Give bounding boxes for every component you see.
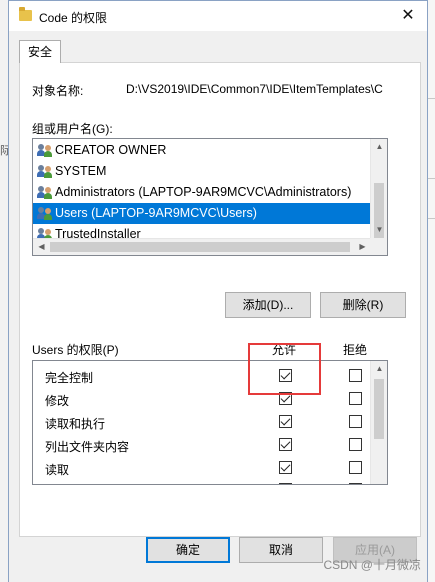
scroll-left-icon[interactable]: ◀ [33,239,50,255]
deny-header: 拒绝 [343,343,368,357]
security-panel: 对象名称: D:\VS2019\IDE\Common7\IDE\ItemTemp… [19,62,421,537]
users-icon [37,186,53,199]
allow-checkbox[interactable] [279,438,292,451]
close-button[interactable]: ✕ [395,5,421,27]
object-name-label: 对象名称: [32,84,84,98]
users-icon [37,165,53,178]
deny-checkbox[interactable] [349,461,362,474]
list-item-users[interactable]: Users (LAPTOP-9AR9MCVC\Users) [33,203,371,224]
permission-name: 列出文件夹内容 [45,440,130,454]
permissions-list: 完全控制 修改 读取和执行 列出文件夹内容 读取 ▲ [32,360,388,485]
users-icon [37,144,53,157]
scroll-up-icon[interactable]: ▲ [371,361,387,378]
allow-checkbox[interactable] [279,415,292,428]
permission-name: 完全控制 [45,371,94,385]
vertical-scrollbar[interactable]: ▲ ▼ [370,139,387,241]
vertical-scrollbar[interactable]: ▲ [370,361,387,484]
list-item-administrators[interactable]: Administrators (LAPTOP-9AR9MCVC\Administ… [33,182,387,203]
users-icon [37,207,53,220]
permission-name: 写入 [45,483,69,484]
deny-checkbox[interactable] [349,369,362,382]
dialog-title: Code 的权限 [39,11,108,25]
watermark: CSDN @十月微凉 [323,558,421,572]
ok-button[interactable]: 确定 [146,537,230,563]
title-bar[interactable]: Code 的权限 ✕ [9,1,427,31]
cancel-button[interactable]: 取消 [239,537,323,563]
permission-row: 修改 [33,388,387,411]
list-item-label: Administrators (LAPTOP-9AR9MCVC\Administ… [55,185,352,199]
permission-row: 读取 [33,457,387,480]
deny-checkbox[interactable] [349,415,362,428]
list-item-system[interactable]: SYSTEM [33,161,387,182]
remove-button[interactable]: 删除(R) [320,292,406,318]
users-listbox[interactable]: CREATOR OWNER SYSTEM Administrators (LAP… [32,138,388,256]
permission-row: 写入 [33,479,387,484]
permissions-dialog: Code 的权限 ✕ 安全 对象名称: D:\VS2019\IDE\Common… [8,0,428,582]
permission-row: 读取和执行 [33,411,387,434]
groups-label: 组或用户名(G): [32,122,113,136]
scroll-up-icon[interactable]: ▲ [371,139,387,156]
folder-icon [19,7,32,21]
allow-checkbox[interactable] [279,483,292,484]
permission-row: 完全控制 [33,365,387,388]
list-item-label: CREATOR OWNER [55,143,167,157]
scroll-down-icon[interactable]: ▼ [371,222,387,239]
deny-checkbox[interactable] [349,392,362,405]
deny-checkbox[interactable] [349,483,362,484]
dialog-body: 安全 对象名称: D:\VS2019\IDE\Common7\IDE\ItemT… [9,31,427,582]
allow-checkbox[interactable] [279,461,292,474]
list-item-label: Users (LAPTOP-9AR9MCVC\Users) [55,206,257,220]
list-item-creator-owner[interactable]: CREATOR OWNER [33,140,387,161]
scrollbar-corner [370,238,387,255]
scroll-thumb[interactable] [50,242,350,252]
horizontal-scrollbar[interactable]: ◀ ▶ [33,238,371,255]
add-button[interactable]: 添加(D)... [225,292,311,318]
permissions-label: Users 的权限(P) [32,343,119,357]
list-item-label: SYSTEM [55,164,107,178]
scroll-thumb[interactable] [374,379,384,439]
tab-security[interactable]: 安全 [19,40,62,63]
permission-name: 读取 [45,463,70,477]
permission-name: 修改 [45,394,70,408]
scroll-right-icon[interactable]: ▶ [354,239,371,255]
permission-name: 读取和执行 [45,417,106,431]
deny-checkbox[interactable] [349,438,362,451]
red-annotation-box [248,343,321,395]
object-name-value: D:\VS2019\IDE\Common7\IDE\ItemTemplates\… [126,82,383,96]
permission-row: 列出文件夹内容 [33,434,387,457]
